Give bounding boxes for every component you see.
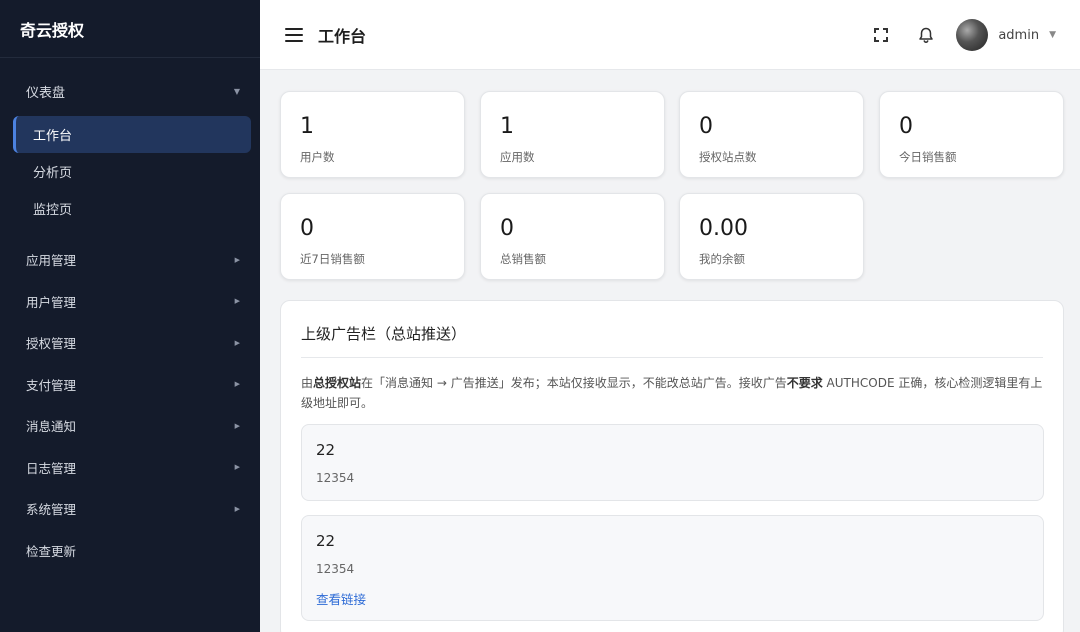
stat-label: 应用数 xyxy=(500,150,535,164)
fullscreen-icon[interactable] xyxy=(874,28,889,42)
top-header: 工作台 admin ▼ xyxy=(260,0,1080,70)
stat-label: 我的余额 xyxy=(699,252,745,266)
stat-value: 1 xyxy=(300,114,314,139)
chevron-right-icon: ▶ xyxy=(234,504,240,513)
sidebar-item-user-management[interactable]: 用户管理 ▶ xyxy=(0,281,260,323)
stat-label: 总销售额 xyxy=(500,252,546,266)
chevron-down-icon: ▼ xyxy=(233,86,240,96)
view-link[interactable]: 查看链接 xyxy=(316,589,366,608)
stat-value: 1 xyxy=(500,114,514,139)
chevron-right-icon: ▶ xyxy=(234,297,240,306)
stat-label: 授权站点数 xyxy=(699,150,757,164)
stat-label: 近7日销售额 xyxy=(300,252,365,266)
ad-item-title: 22 xyxy=(316,532,336,550)
chevron-right-icon: ▶ xyxy=(234,421,240,430)
ad-item-body: 12354 xyxy=(316,562,355,576)
page-title: 工作台 xyxy=(318,26,367,46)
avatar[interactable] xyxy=(956,19,989,51)
chevron-right-icon: ▶ xyxy=(234,255,240,264)
user-name[interactable]: admin xyxy=(998,28,1039,43)
sidebar-item-label: 应用管理 xyxy=(26,253,77,269)
ad-item-title: 22 xyxy=(316,441,336,459)
sidebar-item-analysis[interactable]: 分析页 xyxy=(13,153,251,190)
chevron-right-icon: ▶ xyxy=(234,463,240,472)
sidebar-item-label: 支付管理 xyxy=(26,377,77,393)
sidebar-item-label: 系统管理 xyxy=(26,502,77,518)
stat-card-users: 1 用户数 xyxy=(280,91,465,178)
sidebar-item-app-management[interactable]: 应用管理 ▶ xyxy=(0,239,260,281)
brand-logo-text: 奇云授权 xyxy=(0,0,260,58)
stat-label: 今日销售额 xyxy=(899,150,957,164)
sidebar-item-label: 用户管理 xyxy=(26,294,77,310)
stat-value: 0 xyxy=(500,216,514,241)
chevron-right-icon: ▶ xyxy=(234,380,240,389)
sidebar-item-label: 检查更新 xyxy=(26,543,77,559)
stat-value: 0 xyxy=(300,216,314,241)
sidebar-item-system-management[interactable]: 系统管理 ▶ xyxy=(0,488,260,530)
sidebar-item-label: 授权管理 xyxy=(26,336,77,352)
sidebar: 奇云授权 仪表盘 ▼ 工作台 分析页 监控页 应用管理 ▶ 用户管理 ▶ 授权管… xyxy=(0,0,260,632)
header-actions: admin ▼ xyxy=(874,0,1056,70)
sidebar-groups: 应用管理 ▶ 用户管理 ▶ 授权管理 ▶ 支付管理 ▶ 消息通知 ▶ 日志管理 … xyxy=(0,239,260,571)
chevron-down-icon[interactable]: ▼ xyxy=(1049,30,1056,40)
sidebar-item-monitor[interactable]: 监控页 xyxy=(13,190,251,227)
ad-panel-description: 由总授权站在「消息通知 → 广告推送」发布；本站仅接收显示，不能改总站广告。接收… xyxy=(301,376,1043,410)
stat-card-balance: 0.00 我的余额 xyxy=(679,193,864,280)
stat-label: 用户数 xyxy=(300,150,335,164)
ad-panel-title: 上级广告栏（总站推送） xyxy=(301,325,467,343)
sidebar-item-log-management[interactable]: 日志管理 ▶ xyxy=(0,447,260,489)
sidebar-item-workbench[interactable]: 工作台 xyxy=(13,116,251,153)
stat-value: 0 xyxy=(899,114,913,139)
sidebar-group-dashboard[interactable]: 仪表盘 ▼ xyxy=(0,66,260,116)
ad-item: 22 12354 xyxy=(301,424,1044,501)
chevron-right-icon: ▶ xyxy=(234,338,240,347)
sidebar-item-payment-management[interactable]: 支付管理 ▶ xyxy=(0,364,260,406)
divider xyxy=(301,357,1043,358)
menu-toggle-icon[interactable] xyxy=(285,27,303,42)
sidebar-item-license-management[interactable]: 授权管理 ▶ xyxy=(0,322,260,364)
sidebar-nav: 仪表盘 ▼ 工作台 分析页 监控页 应用管理 ▶ 用户管理 ▶ 授权管理 ▶ 支… xyxy=(0,58,260,571)
stat-value: 0 xyxy=(699,114,713,139)
stat-card-7day-sales: 0 近7日销售额 xyxy=(280,193,465,280)
main-content: 1 用户数 1 应用数 0 授权站点数 0 今日销售额 0 近7日销售额 0 总… xyxy=(260,70,1080,632)
sidebar-item-notifications[interactable]: 消息通知 ▶ xyxy=(0,405,260,447)
sidebar-item-label: 日志管理 xyxy=(26,460,77,476)
sidebar-group-label: 仪表盘 xyxy=(26,85,66,101)
sidebar-item-label: 消息通知 xyxy=(26,419,77,435)
stat-card-apps: 1 应用数 xyxy=(480,91,665,178)
ad-panel: 上级广告栏（总站推送） 由总授权站在「消息通知 → 广告推送」发布；本站仅接收显… xyxy=(280,300,1064,632)
sidebar-item-check-update[interactable]: 检查更新 xyxy=(0,530,260,572)
bell-icon[interactable] xyxy=(918,27,934,44)
ad-item: 22 12354 查看链接 xyxy=(301,515,1044,621)
stat-card-total-sales: 0 总销售额 xyxy=(480,193,665,280)
stat-card-licensed-sites: 0 授权站点数 xyxy=(679,91,864,178)
stat-card-today-sales: 0 今日销售额 xyxy=(879,91,1064,178)
ad-item-body: 12354 xyxy=(316,471,355,485)
stat-value: 0.00 xyxy=(699,216,748,241)
